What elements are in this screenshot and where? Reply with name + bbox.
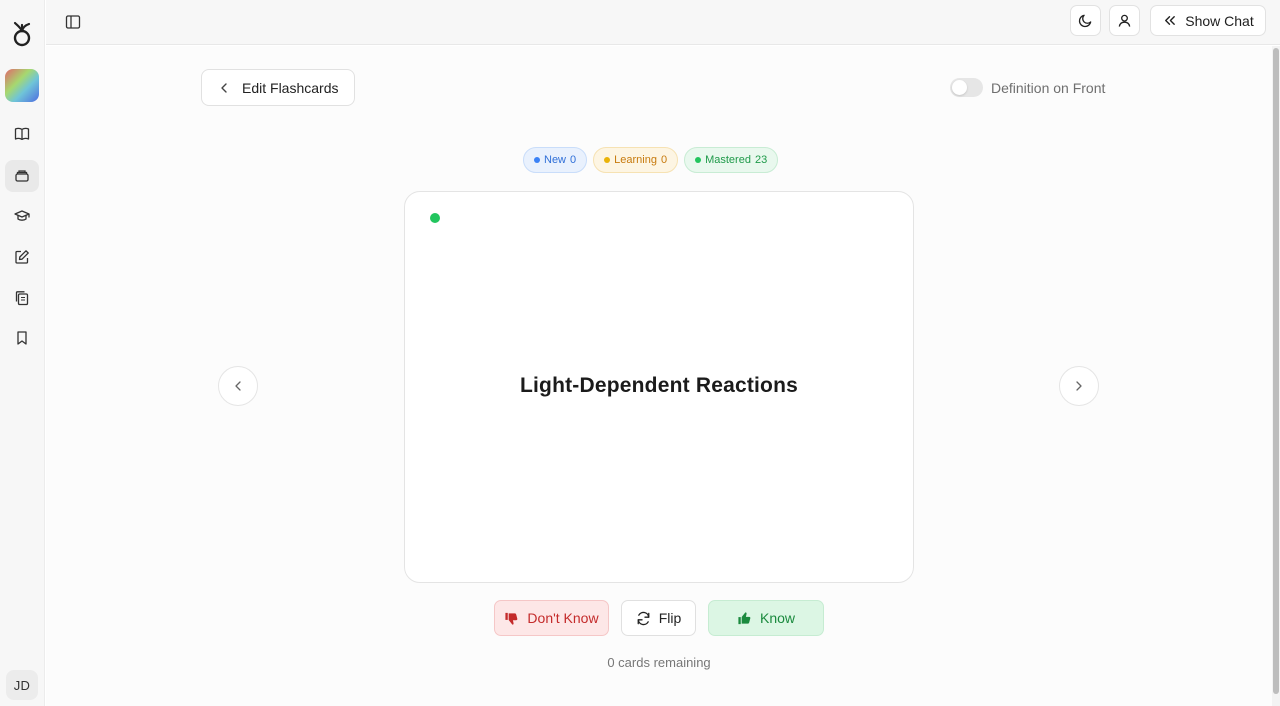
- profile-button[interactable]: [1109, 5, 1140, 36]
- chevron-left-icon: [235, 381, 241, 391]
- copy-icon: [15, 291, 29, 306]
- definition-on-front-label: Definition on Front: [991, 79, 1106, 96]
- scrollbar[interactable]: [1272, 46, 1280, 706]
- next-card-button[interactable]: [1059, 366, 1099, 406]
- definition-on-front-setting: Definition on Front: [950, 78, 1105, 97]
- cards-icon: [15, 170, 29, 182]
- sidebar-item-saved[interactable]: [5, 322, 39, 354]
- mastered-dot-icon: [695, 157, 702, 163]
- bookmark-icon: [17, 331, 27, 345]
- badge-mastered-count: 23: [754, 154, 768, 166]
- thumbs-up-icon: [738, 611, 751, 624]
- badge-new-count: 0: [570, 154, 577, 166]
- edit-flashcards-label: Edit Flashcards: [242, 79, 339, 96]
- refresh-icon: [637, 611, 650, 625]
- flashcard[interactable]: Light-Dependent Reactions: [404, 191, 914, 583]
- flip-button[interactable]: Flip: [621, 600, 696, 636]
- flashcard-term: Light-Dependent Reactions: [519, 374, 798, 397]
- thumbs-down-icon: [505, 612, 518, 625]
- dont-know-button[interactable]: Don't Know: [494, 600, 609, 636]
- user-icon: [1118, 14, 1131, 27]
- definition-on-front-toggle[interactable]: [950, 78, 983, 97]
- mastered-status-dot: [430, 213, 440, 223]
- previous-card-button[interactable]: [218, 366, 258, 406]
- app-logo-icon[interactable]: [9, 18, 35, 48]
- moon-icon: [1078, 14, 1092, 28]
- sidebar-item-library[interactable]: [5, 118, 39, 150]
- progress-badges: New 0 Learning 0 Mastered 23: [523, 147, 779, 173]
- badge-mastered-label: Mastered: [705, 154, 751, 166]
- sidebar-item-flashcards[interactable]: [5, 160, 39, 192]
- dont-know-label: Don't Know: [527, 610, 599, 626]
- panel-left-icon: [65, 15, 81, 29]
- graduation-cap-icon: [14, 210, 30, 221]
- avatar[interactable]: JD: [6, 670, 38, 700]
- new-dot-icon: [534, 157, 540, 163]
- edit-flashcards-button[interactable]: Edit Flashcards: [201, 69, 355, 106]
- sidebar-item-notes[interactable]: [5, 241, 39, 273]
- top-bar: Show Chat: [46, 0, 1280, 45]
- know-label: Know: [759, 610, 796, 626]
- badge-mastered: Mastered 23: [684, 147, 779, 173]
- badge-new: New 0: [523, 147, 588, 173]
- scrollbar-thumb[interactable]: [1273, 48, 1279, 694]
- badge-new-label: New: [544, 154, 567, 166]
- sidebar: JD: [0, 0, 45, 706]
- sidebar-toggle-button[interactable]: [62, 11, 84, 33]
- flip-label: Flip: [658, 610, 682, 626]
- toggle-knob: [952, 80, 967, 95]
- cards-remaining-text: 0 cards remaining: [607, 655, 711, 670]
- app-root: JD Show Chat Edit Flashcards Definition …: [0, 0, 1280, 706]
- chevron-left-icon: [221, 82, 227, 93]
- workspace-icon[interactable]: [5, 69, 39, 102]
- show-chat-button[interactable]: Show Chat: [1150, 5, 1266, 36]
- chevron-right-icon: [1076, 381, 1082, 391]
- theme-toggle-button[interactable]: [1070, 5, 1101, 36]
- badge-learning-count: 0: [660, 154, 668, 166]
- pencil-square-icon: [15, 250, 29, 264]
- sidebar-item-quizzes[interactable]: [5, 282, 39, 314]
- show-chat-label: Show Chat: [1185, 12, 1254, 29]
- badge-learning: Learning 0: [593, 147, 679, 173]
- chevrons-left-icon: [1165, 16, 1176, 25]
- badge-learning-label: Learning: [614, 154, 657, 166]
- know-button[interactable]: Know: [708, 600, 824, 636]
- sidebar-item-learn[interactable]: [5, 200, 39, 232]
- book-icon: [14, 127, 30, 141]
- learning-dot-icon: [604, 157, 611, 163]
